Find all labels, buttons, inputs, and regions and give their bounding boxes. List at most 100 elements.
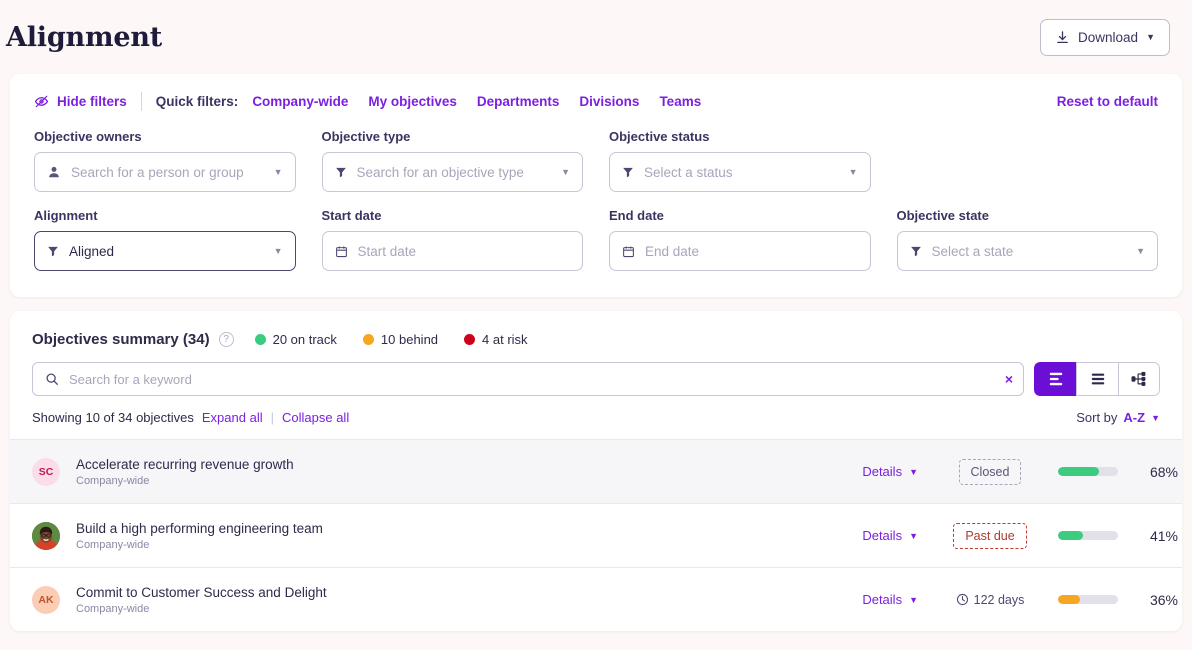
question-mark-icon[interactable]: ? <box>218 332 234 347</box>
sort-by-value[interactable]: A-Z <box>1123 410 1145 425</box>
objective-name[interactable]: Commit to Customer Success and Delight <box>76 585 862 600</box>
details-label: Details <box>862 464 903 479</box>
filter-icon <box>47 245 59 257</box>
filter-label: Objective type <box>321 129 411 144</box>
eye-off-icon <box>34 94 49 109</box>
status-badge: Closed <box>958 458 1022 485</box>
view-toggle-list[interactable] <box>1076 362 1118 396</box>
end-date-field[interactable]: End date <box>609 231 871 271</box>
sort-by-label: Sort by <box>1076 410 1118 425</box>
filter-icon <box>910 245 922 257</box>
objective-status-select[interactable]: Select a status ▼ <box>609 152 871 192</box>
details-button[interactable]: Details ▼ <box>862 464 918 479</box>
objective-state-value: Select a state <box>931 243 1014 259</box>
filter-end-date: End date End date <box>609 208 871 271</box>
collapse-all-button[interactable]: Collapse all <box>282 410 349 425</box>
quick-filter-row: Hide filters Quick filters: Company-wide… <box>34 92 1158 111</box>
status-dot-red <box>464 334 476 345</box>
filter-alignment: Alignment Aligned ▼ <box>34 208 296 271</box>
chevron-down-icon: ▼ <box>561 167 570 177</box>
progress-fill <box>1058 595 1080 604</box>
chevron-down-icon: ▼ <box>909 530 918 541</box>
filter-card: Hide filters Quick filters: Company-wide… <box>10 74 1182 297</box>
objective-owners-select[interactable]: Search for a person or group ▼ <box>34 152 296 192</box>
chevron-down-icon: ▼ <box>273 246 283 256</box>
showing-count-label: Showing 10 of 34 objectives <box>32 410 194 425</box>
progress-fill <box>1058 467 1099 476</box>
reset-to-default-button[interactable]: Reset to default <box>1057 94 1158 109</box>
calendar-icon <box>622 245 635 258</box>
alignment-value: Aligned <box>69 243 115 259</box>
filter-start-date: Start date Start date <box>321 208 583 271</box>
objective-name[interactable]: Accelerate recurring revenue growth <box>76 457 862 472</box>
quick-filter-company-wide[interactable]: Company-wide <box>252 94 348 109</box>
view-toggle-alignment[interactable] <box>1034 362 1076 396</box>
quick-filters-label: Quick filters: <box>155 94 239 109</box>
status-badge: Past due <box>953 522 1027 549</box>
filter-objective-status: Objective status Select a status ▼ <box>609 129 871 192</box>
filter-icon <box>335 166 347 178</box>
chevron-down-icon: ▼ <box>909 466 918 477</box>
progress-bar <box>1058 531 1118 540</box>
objective-info: Accelerate recurring revenue growth Comp… <box>76 457 862 487</box>
avatar[interactable]: AK <box>32 585 60 614</box>
objective-name[interactable]: Build a high performing engineering team <box>76 521 862 536</box>
progress-bar <box>1058 467 1118 476</box>
quick-filter-departments[interactable]: Departments <box>477 94 560 109</box>
avatar-initials: AK <box>38 593 54 606</box>
start-date-value: Start date <box>357 243 417 259</box>
search-icon <box>45 372 59 386</box>
person-icon <box>47 165 61 179</box>
chevron-down-icon: ▼ <box>273 167 283 177</box>
avatar-initials: SC <box>38 465 54 478</box>
search-box[interactable]: × <box>32 362 1024 396</box>
objective-info: Build a high performing engineering team… <box>76 521 862 551</box>
status-dot-green <box>254 334 266 345</box>
table-row[interactable]: AK Commit to Customer Success and Deligh… <box>10 567 1182 631</box>
filter-label: End date <box>609 208 664 223</box>
divider: | <box>270 410 274 425</box>
start-date-field[interactable]: Start date <box>321 231 583 271</box>
filter-objective-state: Objective state Select a state ▼ <box>896 208 1158 271</box>
close-icon[interactable]: × <box>1005 372 1013 386</box>
download-button[interactable]: Download ▼ <box>1040 18 1170 56</box>
status-column: Closed <box>936 458 1044 485</box>
hide-filters-button[interactable]: Hide filters <box>34 94 141 109</box>
details-button[interactable]: Details ▼ <box>862 528 918 543</box>
view-toggle-group <box>1034 362 1160 396</box>
vertical-divider <box>140 92 142 111</box>
progress-percent: 41% <box>1149 527 1178 544</box>
stat-behind-label: 10 behind <box>380 332 439 347</box>
objective-state-select[interactable]: Select a state ▼ <box>896 231 1158 271</box>
objective-info: Commit to Customer Success and Delight C… <box>76 585 862 615</box>
objective-scope: Company-wide <box>76 538 150 551</box>
expand-all-button[interactable]: Expand all <box>202 410 263 425</box>
alignment-select[interactable]: Aligned ▼ <box>34 231 296 271</box>
filter-icon <box>622 166 634 178</box>
table-row[interactable]: Build a high performing engineering team… <box>10 503 1182 567</box>
details-label: Details <box>862 592 903 607</box>
view-toggle-tree[interactable] <box>1118 362 1160 396</box>
avatar[interactable]: SC <box>32 457 60 486</box>
status-dot-orange <box>362 334 374 345</box>
status-column: Past due <box>936 522 1044 549</box>
filter-objective-owners: Objective owners Search for a person or … <box>34 129 296 192</box>
quick-filter-divisions[interactable]: Divisions <box>579 94 639 109</box>
filter-grid-row-1: Objective owners Search for a person or … <box>34 129 1158 196</box>
filter-objective-type: Objective type Search for an objective t… <box>321 129 583 192</box>
filter-label: Start date <box>321 208 382 223</box>
table-row[interactable]: SC Accelerate recurring revenue growth C… <box>10 439 1182 503</box>
stat-at-risk: 4 at risk <box>464 332 528 347</box>
progress-percent: 68% <box>1149 463 1178 480</box>
days-label: 122 days <box>973 592 1025 607</box>
details-button[interactable]: Details ▼ <box>862 592 918 607</box>
download-icon <box>1055 30 1070 45</box>
search-input[interactable] <box>69 371 995 387</box>
quick-filter-my-objectives[interactable]: My objectives <box>368 94 457 109</box>
quick-filter-teams[interactable]: Teams <box>659 94 701 109</box>
objective-owners-value: Search for a person or group <box>71 164 244 180</box>
sort-by-control[interactable]: Sort by A-Z ▼ <box>1076 410 1160 425</box>
avatar[interactable] <box>32 521 60 550</box>
objective-type-select[interactable]: Search for an objective type ▼ <box>321 152 583 192</box>
hide-filters-label: Hide filters <box>57 94 127 109</box>
